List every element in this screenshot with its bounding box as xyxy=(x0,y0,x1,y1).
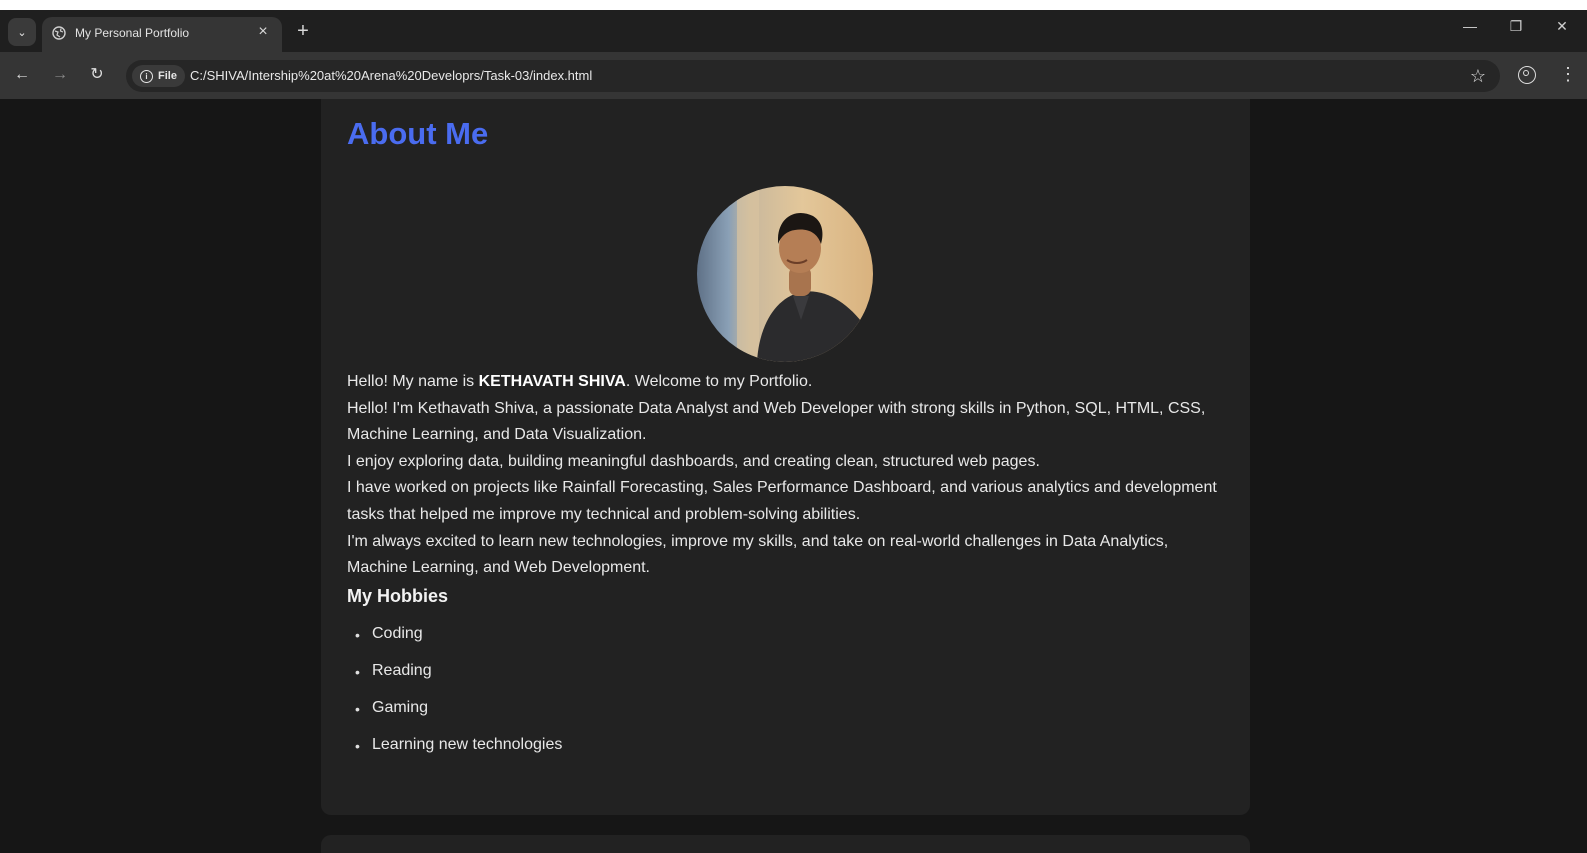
list-item: • Learning new technologies xyxy=(355,736,563,754)
profile-photo xyxy=(697,186,873,362)
list-item: • Gaming xyxy=(355,699,429,717)
about-text: Hello! My name is KETHAVATH SHIVA. Welco… xyxy=(347,369,1217,582)
more-menu-icon[interactable]: ⋮ xyxy=(1559,64,1577,85)
bullet-icon: • xyxy=(355,627,360,643)
bullet-icon: • xyxy=(355,738,360,754)
about-heading: About Me xyxy=(347,116,489,151)
browser-tab[interactable]: My Personal Portfolio × xyxy=(42,17,282,52)
about-paragraph: I have worked on projects like Rainfall … xyxy=(347,479,1217,523)
bullet-icon: • xyxy=(355,701,360,717)
site-chip-label: File xyxy=(158,70,177,82)
list-item: • Reading xyxy=(355,662,432,680)
about-card: About Me Hello! My name is KETHAVATH SHI… xyxy=(321,99,1250,815)
about-paragraph: I enjoy exploring data, building meaning… xyxy=(347,452,1040,470)
profile-photo-image xyxy=(697,186,873,362)
browser-tab-bar: ⌄ My Personal Portfolio × + — ❐ ✕ xyxy=(0,10,1587,52)
close-tab-icon[interactable]: × xyxy=(254,23,272,41)
bullet-icon: • xyxy=(355,664,360,680)
window-top-edge xyxy=(0,0,1587,10)
restore-icon[interactable]: ❐ xyxy=(1504,18,1528,35)
reload-icon[interactable]: ↻ xyxy=(86,64,108,86)
new-tab-button[interactable]: + xyxy=(292,20,314,42)
next-section-card xyxy=(321,835,1250,853)
site-info-chip[interactable]: i File xyxy=(132,65,185,87)
chevron-down-icon: ⌄ xyxy=(17,26,27,39)
minimize-icon[interactable]: — xyxy=(1458,18,1482,34)
forward-arrow-icon[interactable]: → xyxy=(49,64,71,86)
close-window-icon[interactable]: ✕ xyxy=(1550,18,1574,35)
page-viewport: About Me Hello! My name is KETHAVATH SHI… xyxy=(0,99,1587,853)
address-bar[interactable]: i File C:/SHIVA/Intership%20at%20Arena%2… xyxy=(126,60,1500,92)
about-paragraph: I'm always excited to learn new technolo… xyxy=(347,532,1169,577)
tab-search-button[interactable]: ⌄ xyxy=(8,18,36,46)
bookmark-star-icon[interactable]: ☆ xyxy=(1470,66,1486,87)
globe-icon xyxy=(52,26,66,40)
url-text[interactable]: C:/SHIVA/Intership%20at%20Arena%20Develo… xyxy=(190,68,592,83)
hobbies-list: • Coding • Reading • Gaming • Learning new t… xyxy=(355,625,562,773)
back-arrow-icon[interactable]: ← xyxy=(11,64,33,86)
list-item: • Coding xyxy=(355,625,423,643)
info-icon: i xyxy=(140,69,153,83)
owner-name: KETHAVATH SHIVA xyxy=(478,373,626,390)
profile-icon[interactable] xyxy=(1518,66,1536,84)
tab-title: My Personal Portfolio xyxy=(75,26,190,40)
intro-line: Hello! My name is KETHAVATH SHIVA. Welco… xyxy=(347,373,813,390)
about-paragraph: Hello! I'm Kethavath Shiva, a passionate… xyxy=(347,399,1206,444)
browser-toolbar: ← → ↻ i File C:/SHIVA/Intership%20at%20A… xyxy=(0,52,1587,99)
hobbies-heading: My Hobbies xyxy=(347,586,449,606)
